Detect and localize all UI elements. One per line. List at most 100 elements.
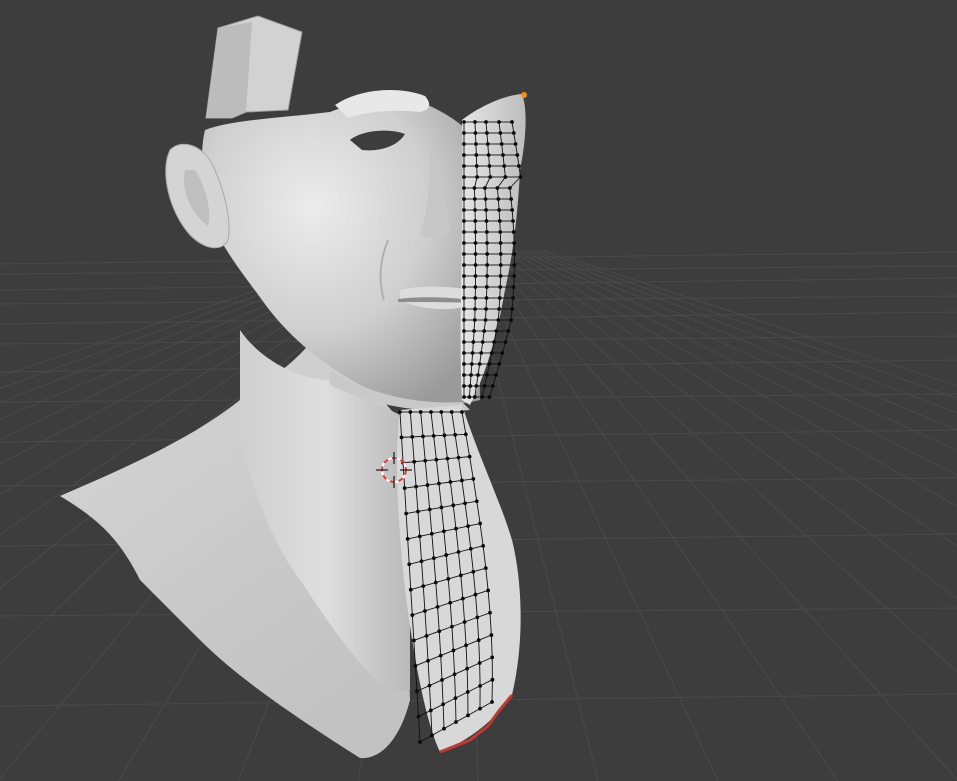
mesh-vertex[interactable]	[456, 550, 461, 554]
mesh-vertex[interactable]	[518, 175, 523, 179]
mesh-vertex[interactable]	[497, 219, 502, 223]
mesh-vertex[interactable]	[404, 511, 409, 516]
mesh-vertex[interactable]	[517, 164, 521, 168]
mesh-vertex[interactable]	[421, 584, 426, 589]
mesh-vertex[interactable]	[441, 529, 446, 534]
mesh-vertex[interactable]	[433, 580, 438, 585]
mesh-vertex[interactable]	[435, 604, 440, 609]
mesh-vertex[interactable]	[474, 384, 479, 388]
mesh-vertex[interactable]	[454, 526, 458, 531]
mesh-vertex[interactable]	[485, 252, 490, 256]
mesh-vertex[interactable]	[487, 362, 492, 366]
mesh-vertex[interactable]	[494, 373, 498, 377]
mesh-vertex[interactable]	[513, 142, 518, 146]
mesh-vertex[interactable]	[467, 454, 472, 459]
mesh-vertex[interactable]	[494, 329, 499, 333]
mesh-vertex[interactable]	[466, 713, 470, 718]
mesh-vertex[interactable]	[485, 263, 490, 267]
mesh-vertex[interactable]	[509, 318, 513, 322]
mesh-vertex[interactable]	[462, 230, 466, 234]
mesh-vertex[interactable]	[472, 395, 477, 399]
mesh-vertex[interactable]	[462, 384, 466, 388]
mesh-vertex[interactable]	[503, 340, 508, 344]
mesh-vertex[interactable]	[408, 410, 413, 414]
mesh-vertex[interactable]	[462, 186, 466, 190]
mesh-vertex[interactable]	[462, 153, 466, 157]
mesh-vertex[interactable]	[482, 384, 487, 388]
mesh-vertex[interactable]	[476, 373, 480, 377]
mesh-vertex[interactable]	[437, 629, 442, 634]
mesh-vertex[interactable]	[481, 543, 486, 548]
mesh-vertex[interactable]	[469, 373, 473, 377]
mesh-vertex[interactable]	[462, 263, 466, 267]
mesh-vertex[interactable]	[442, 433, 447, 438]
mesh-vertex[interactable]	[418, 410, 423, 414]
mesh-vertex[interactable]	[490, 655, 495, 660]
mesh-vertex[interactable]	[498, 252, 503, 256]
mesh-vertex[interactable]	[475, 615, 480, 620]
mesh-vertex[interactable]	[471, 569, 476, 574]
mesh-vertex[interactable]	[431, 556, 436, 561]
mesh-vertex[interactable]	[411, 638, 416, 643]
mesh-vertex[interactable]	[483, 197, 488, 201]
mesh-vertex[interactable]	[462, 208, 466, 212]
mesh-vertex[interactable]	[444, 553, 449, 557]
mesh-vertex[interactable]	[399, 435, 404, 440]
mesh-vertex[interactable]	[489, 633, 494, 637]
mesh-vertex[interactable]	[445, 456, 450, 461]
mesh-vertex[interactable]	[510, 120, 514, 124]
mesh-vertex[interactable]	[462, 241, 466, 245]
mesh-vertex[interactable]	[490, 677, 495, 682]
mesh-vertex[interactable]	[462, 373, 466, 377]
mesh-vertex[interactable]	[497, 307, 502, 311]
mesh-vertex[interactable]	[485, 142, 490, 146]
mesh-vertex[interactable]	[462, 274, 466, 278]
mesh-vertex[interactable]	[473, 131, 478, 135]
mesh-vertex[interactable]	[497, 296, 502, 300]
mesh-vertex[interactable]	[468, 384, 473, 388]
mesh-vertex[interactable]	[410, 613, 415, 617]
mesh-vertex[interactable]	[458, 573, 463, 578]
mesh-vertex[interactable]	[450, 624, 454, 629]
mesh-vertex[interactable]	[512, 252, 517, 256]
mesh-vertex[interactable]	[416, 509, 420, 514]
mesh-vertex[interactable]	[467, 395, 472, 399]
active-vertex[interactable]	[521, 92, 527, 98]
mesh-vertex[interactable]	[466, 524, 470, 529]
mesh-vertex[interactable]	[515, 153, 520, 157]
mesh-vertex[interactable]	[463, 501, 467, 506]
mesh-vertex[interactable]	[462, 197, 466, 201]
mesh-vertex[interactable]	[511, 230, 516, 234]
mesh-vertex[interactable]	[427, 507, 432, 512]
mesh-vertex[interactable]	[477, 362, 482, 366]
mesh-vertex[interactable]	[473, 274, 478, 278]
mesh-vertex[interactable]	[500, 351, 505, 355]
mesh-vertex[interactable]	[501, 153, 505, 157]
mesh-vertex[interactable]	[482, 329, 487, 333]
mesh-vertex[interactable]	[473, 307, 477, 311]
mesh-vertex[interactable]	[488, 175, 493, 179]
mesh-vertex[interactable]	[416, 714, 421, 719]
mesh-vertex[interactable]	[509, 197, 513, 201]
mesh-vertex[interactable]	[453, 696, 458, 701]
mesh-vertex[interactable]	[499, 142, 504, 146]
mesh-vertex[interactable]	[472, 318, 477, 322]
mesh-vertex[interactable]	[440, 678, 444, 682]
mesh-vertex[interactable]	[462, 219, 466, 223]
mesh-vertex[interactable]	[478, 683, 482, 688]
mesh-vertex[interactable]	[477, 661, 482, 665]
mesh-vertex[interactable]	[485, 274, 489, 278]
mesh-vertex[interactable]	[473, 285, 478, 289]
mesh-vertex[interactable]	[398, 410, 402, 414]
mesh-vertex[interactable]	[492, 340, 496, 344]
mesh-vertex[interactable]	[471, 340, 476, 344]
mesh-vertex[interactable]	[451, 503, 456, 508]
mesh-vertex[interactable]	[511, 296, 515, 300]
mesh-vertex[interactable]	[426, 658, 430, 663]
mesh-vertex[interactable]	[507, 186, 512, 190]
mesh-vertex[interactable]	[479, 351, 484, 355]
mesh-vertex[interactable]	[490, 384, 495, 388]
mesh-vertex[interactable]	[512, 274, 517, 278]
mesh-vertex[interactable]	[490, 700, 494, 704]
mesh-vertex[interactable]	[464, 643, 468, 648]
